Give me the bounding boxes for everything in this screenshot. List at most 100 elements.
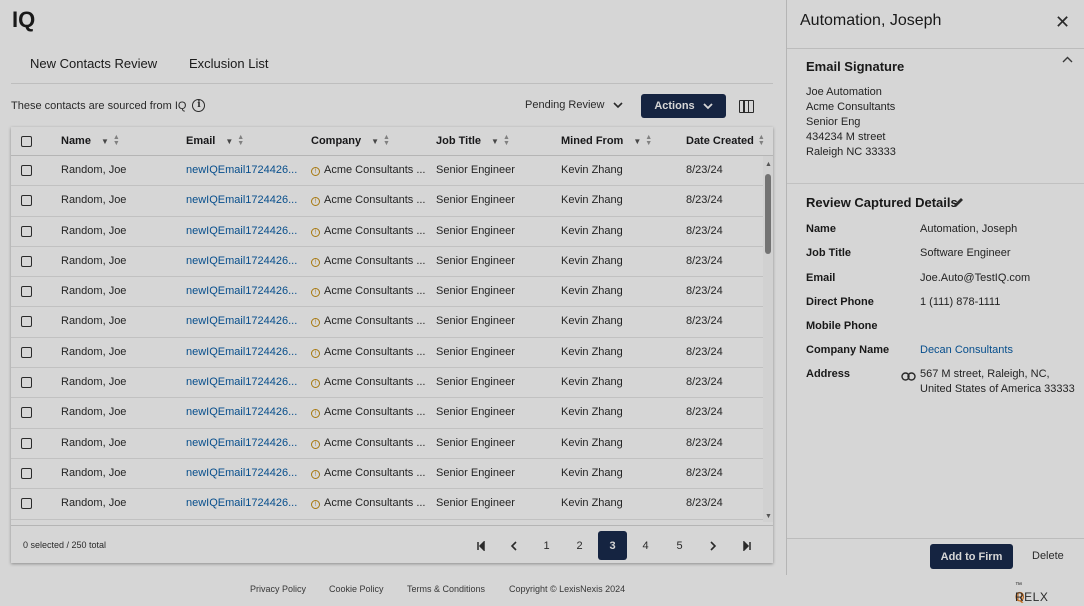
- cell-email[interactable]: newIQEmail1724426...: [186, 437, 297, 449]
- page-button-3-current[interactable]: 3: [598, 531, 627, 560]
- cell-email[interactable]: newIQEmail1724426...: [186, 346, 297, 358]
- select-all-checkbox[interactable]: [21, 136, 32, 147]
- column-header-job-title[interactable]: Job Title ▼ ▲ ▼: [436, 134, 510, 147]
- field-label-mobile-phone: Mobile Phone: [806, 320, 878, 332]
- table-row[interactable]: Random, Joe newIQEmail1724426... ! Acme Con…: [11, 156, 763, 187]
- first-page-icon[interactable]: [466, 531, 495, 560]
- column-header-email[interactable]: Email ▼ ▲ ▼: [186, 134, 244, 147]
- table-row[interactable]: Random, Joe newIQEmail1724426... ! Acme Con…: [11, 429, 763, 459]
- cell-email[interactable]: newIQEmail1724426...: [186, 164, 297, 176]
- page-button-1[interactable]: 1: [532, 531, 561, 560]
- filter-icon[interactable]: ▼: [491, 137, 499, 146]
- table-row[interactable]: Random, Joe newIQEmail1724426... ! Acme Con…: [11, 277, 763, 308]
- table-row[interactable]: Random, Joe newIQEmail1724426... ! Acme Con…: [11, 459, 763, 490]
- tab-bar: New Contacts Review Exclusion List: [11, 50, 773, 84]
- contact-detail-panel: Automation, Joseph ✕ Email Signature Joe…: [786, 0, 1084, 575]
- cell-mined-from: Kevin Zhang: [561, 497, 623, 510]
- filter-icon[interactable]: ▼: [101, 137, 109, 146]
- cell-email[interactable]: newIQEmail1724426...: [186, 194, 297, 206]
- field-label-name: Name: [806, 223, 836, 235]
- table-row[interactable]: Random, Joe newIQEmail1724426... ! Acme Con…: [11, 217, 763, 247]
- chevron-up-icon[interactable]: [1062, 56, 1073, 63]
- row-checkbox[interactable]: [21, 467, 32, 479]
- table-footer: 0 selected / 250 total 1 2 3 4 5: [11, 525, 773, 563]
- row-checkbox[interactable]: [21, 316, 32, 328]
- sort-icon[interactable]: ▲ ▼: [113, 134, 120, 147]
- table-row[interactable]: Random, Joe newIQEmail1724426... ! Acme Con…: [11, 247, 763, 278]
- cell-mined-from: Kevin Zhang: [561, 285, 623, 298]
- table-scrollbar[interactable]: ▲ ▼: [763, 156, 773, 522]
- cell-email[interactable]: newIQEmail1724426...: [186, 255, 297, 267]
- tab-new-contacts-review[interactable]: New Contacts Review: [30, 56, 157, 71]
- field-value-company-name-link[interactable]: Decan Consultants: [920, 344, 1013, 356]
- next-page-icon[interactable]: [698, 531, 727, 560]
- sort-icon[interactable]: ▲ ▼: [383, 134, 390, 147]
- row-checkbox[interactable]: [21, 346, 32, 358]
- relx-logo: ℚ RELX ™: [1015, 582, 1049, 604]
- last-page-icon[interactable]: [732, 531, 761, 560]
- table-row[interactable]: Random, Joe newIQEmail1724426... ! Acme Con…: [11, 398, 763, 429]
- table-row[interactable]: Random, Joe newIQEmail1724426... ! Acme Con…: [11, 307, 763, 338]
- cell-mined-from: Kevin Zhang: [561, 224, 623, 237]
- column-header-mined-from[interactable]: Mined From ▼ ▲ ▼: [561, 134, 652, 147]
- column-header-name[interactable]: Name ▼ ▲ ▼: [61, 134, 120, 147]
- link-icon[interactable]: [901, 370, 916, 384]
- sort-icon[interactable]: ▲ ▼: [503, 134, 510, 147]
- column-header-company[interactable]: Company ▼ ▲ ▼: [311, 134, 390, 147]
- row-checkbox[interactable]: [21, 498, 32, 510]
- cell-email[interactable]: newIQEmail1724426...: [186, 406, 297, 418]
- info-icon[interactable]: i: [192, 99, 206, 112]
- sort-icon[interactable]: ▲ ▼: [758, 134, 765, 147]
- field-value-email: Joe.Auto@TestIQ.com: [920, 272, 1031, 284]
- cell-name: Random, Joe: [61, 436, 127, 449]
- row-checkbox[interactable]: [21, 195, 32, 207]
- cell-email[interactable]: newIQEmail1724426...: [186, 376, 297, 388]
- scroll-down-icon[interactable]: ▼: [765, 513, 772, 520]
- cell-email[interactable]: newIQEmail1724426...: [186, 315, 297, 327]
- column-settings-icon[interactable]: [739, 100, 754, 113]
- footer-link-terms[interactable]: Terms & Conditions: [407, 584, 485, 594]
- table-row[interactable]: Random, Joe newIQEmail1724426... ! Acme Con…: [11, 338, 763, 369]
- page-button-2[interactable]: 2: [565, 531, 594, 560]
- scroll-thumb[interactable]: [765, 174, 771, 254]
- column-header-date-created[interactable]: Date Created ▲ ▼: [686, 134, 765, 147]
- filter-icon[interactable]: ▼: [633, 137, 641, 146]
- row-checkbox[interactable]: [21, 225, 32, 237]
- table-row[interactable]: Random, Joe newIQEmail1724426... ! Acme Con…: [11, 489, 763, 520]
- edit-pencil-icon[interactable]: [952, 196, 965, 212]
- row-checkbox[interactable]: [21, 437, 32, 449]
- page-button-4[interactable]: 4: [631, 531, 660, 560]
- row-checkbox[interactable]: [21, 255, 32, 267]
- table-row[interactable]: Random, Joe newIQEmail1724426... ! Acme Con…: [11, 186, 763, 217]
- footer-link-cookie[interactable]: Cookie Policy: [329, 584, 384, 594]
- cell-email[interactable]: newIQEmail1724426...: [186, 285, 297, 297]
- email-signature-heading: Email Signature: [806, 59, 905, 74]
- close-icon[interactable]: ✕: [1055, 12, 1070, 33]
- cell-date-created: 8/23/24: [686, 345, 723, 358]
- previous-page-icon[interactable]: [499, 531, 528, 560]
- row-checkbox[interactable]: [21, 286, 32, 298]
- row-checkbox[interactable]: [21, 377, 32, 389]
- footer-link-privacy[interactable]: Privacy Policy: [250, 584, 306, 594]
- cell-email[interactable]: newIQEmail1724426...: [186, 225, 297, 237]
- row-checkbox[interactable]: [21, 165, 32, 176]
- delete-button[interactable]: Delete: [1032, 550, 1064, 562]
- add-to-firm-button[interactable]: Add to Firm: [930, 544, 1013, 569]
- actions-button[interactable]: Actions: [641, 94, 726, 118]
- row-checkbox[interactable]: [21, 407, 32, 419]
- cell-name: Random, Joe: [61, 466, 127, 479]
- sort-icon[interactable]: ▲ ▼: [645, 134, 652, 147]
- scroll-up-icon[interactable]: ▲: [765, 161, 772, 168]
- sort-icon[interactable]: ▲ ▼: [237, 134, 244, 147]
- status-filter-dropdown[interactable]: Pending Review: [525, 99, 623, 111]
- cell-job-title: Senior Engineer: [436, 194, 515, 207]
- filter-icon[interactable]: ▼: [371, 137, 379, 146]
- tab-exclusion-list[interactable]: Exclusion List: [189, 56, 268, 71]
- cell-email[interactable]: newIQEmail1724426...: [186, 497, 297, 509]
- filter-icon[interactable]: ▼: [225, 137, 233, 146]
- field-label-email: Email: [806, 272, 836, 284]
- cell-email[interactable]: newIQEmail1724426...: [186, 467, 297, 479]
- page-button-5[interactable]: 5: [665, 531, 694, 560]
- table-row[interactable]: Random, Joe newIQEmail1724426... ! Acme Con…: [11, 368, 763, 399]
- field-label-company-name: Company Name: [806, 344, 890, 356]
